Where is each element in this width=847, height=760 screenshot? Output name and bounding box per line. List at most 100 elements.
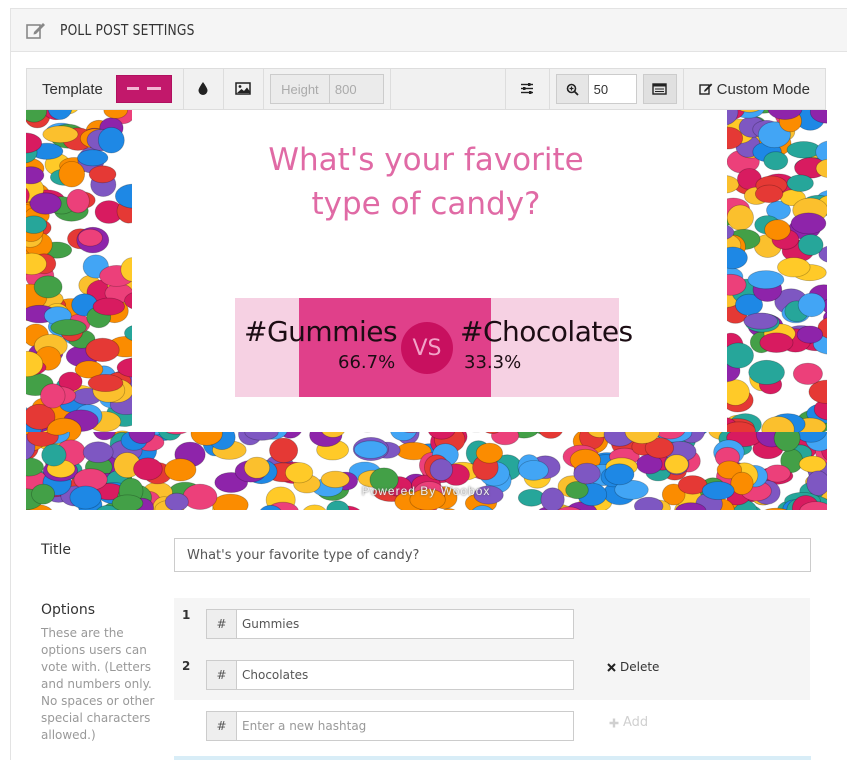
candy-piece	[353, 440, 388, 459]
options-help-text: These are the options users can vote wit…	[41, 626, 155, 742]
candy-piece	[303, 504, 327, 510]
vs-badge: VS	[401, 322, 453, 374]
option-input-2[interactable]: # Chocolates	[206, 660, 574, 690]
candy-piece	[806, 470, 827, 496]
hash-addon: #	[207, 610, 237, 638]
custom-mode-button[interactable]: Custom Mode	[684, 69, 825, 109]
candy-piece	[212, 493, 249, 510]
option-b-label: #Chocolates	[460, 315, 633, 348]
option-number: 2	[182, 659, 191, 673]
candy-piece	[540, 487, 565, 510]
candy-piece	[792, 362, 823, 385]
candy-piece	[518, 460, 549, 481]
hash-addon: #	[207, 712, 237, 740]
zoom-input[interactable]: 50	[588, 75, 636, 103]
candy-pattern	[26, 432, 827, 510]
candy-piece	[26, 215, 48, 234]
info-strip	[174, 756, 811, 760]
zoom-in-icon	[556, 75, 589, 103]
edit-icon	[25, 20, 47, 40]
new-option-input[interactable]: # Enter a new hashtag	[206, 711, 574, 741]
droplet-icon	[197, 80, 209, 99]
preview-toolbar: Template Height 800 50 Custom Mode	[26, 68, 826, 110]
candy-piece	[797, 292, 826, 318]
candy-piece	[31, 483, 56, 505]
candy-piece	[97, 127, 125, 154]
candy-piece	[798, 455, 827, 473]
title-input[interactable]: What's your favorite type of candy?	[174, 538, 811, 572]
color-button[interactable]	[184, 69, 224, 109]
layout-toggle-button[interactable]	[642, 74, 677, 104]
candy-piece	[790, 212, 827, 235]
option-a-percent: 66.7%	[338, 352, 396, 373]
candy-piece	[111, 494, 144, 510]
option-b-percent: 33.3%	[464, 352, 522, 373]
candy-piece	[727, 204, 754, 231]
candy-piece	[634, 496, 664, 510]
candy-piece	[786, 141, 821, 159]
close-icon	[607, 662, 616, 672]
candy-piece	[664, 454, 689, 475]
panel-title: POLL POST SETTINGS	[60, 21, 195, 39]
title-label: Title	[41, 542, 72, 558]
candy-piece	[727, 342, 754, 369]
candy-piece	[475, 442, 503, 464]
template-picker[interactable]: Template	[27, 69, 184, 109]
candy-border-bottom	[26, 432, 827, 510]
sliders-icon	[520, 80, 534, 99]
candy-piece	[40, 383, 66, 409]
candy-piece	[66, 188, 90, 214]
delete-option-button[interactable]: Delete	[607, 660, 659, 674]
candy-piece	[92, 297, 126, 316]
candy-piece	[164, 458, 197, 482]
candy-piece	[284, 462, 314, 484]
background-image-button[interactable]	[224, 69, 264, 109]
new-option-placeholder[interactable]: Enter a new hashtag	[237, 712, 573, 740]
candy-piece	[87, 373, 124, 392]
candy-piece	[29, 192, 62, 215]
candy-piece	[764, 464, 791, 483]
option-input-1[interactable]: # Gummies	[206, 609, 574, 639]
add-option-button[interactable]: Add	[609, 715, 648, 730]
hash-addon: #	[207, 661, 237, 689]
candy-piece	[77, 228, 103, 247]
option-value[interactable]: Gummies	[237, 610, 573, 638]
candy-piece	[326, 500, 350, 510]
candy-piece	[42, 125, 79, 144]
candy-piece	[604, 463, 635, 486]
candy-piece	[50, 319, 87, 336]
candy-piece	[701, 481, 735, 500]
candy-piece	[41, 443, 67, 467]
layout-settings-button[interactable]	[506, 69, 550, 109]
candy-piece	[269, 437, 299, 464]
zoom-control: 50	[550, 69, 684, 109]
candy-piece	[796, 325, 824, 344]
height-control: Height 800	[264, 69, 391, 109]
candy-piece	[182, 483, 218, 510]
poll-question-line2: type of candy?	[311, 186, 541, 222]
candy-piece	[754, 184, 784, 204]
candy-piece	[33, 275, 63, 299]
delete-label: Delete	[620, 660, 660, 674]
template-thumbnail[interactable]	[115, 75, 172, 103]
option-number: 1	[182, 608, 191, 622]
list-box-icon	[652, 80, 667, 99]
candy-piece	[573, 462, 601, 485]
candy-piece	[58, 160, 86, 188]
candy-piece	[88, 165, 117, 184]
candy-piece	[243, 456, 271, 479]
candy-piece	[77, 149, 109, 167]
powered-by: Powered By Woobox	[361, 484, 491, 498]
candy-piece	[429, 458, 454, 482]
candy-piece	[133, 457, 163, 481]
candy-piece	[764, 219, 791, 241]
candy-piece	[797, 234, 824, 256]
candy-piece	[747, 270, 785, 290]
candy-piece	[748, 359, 785, 385]
candy-piece	[538, 432, 563, 439]
option-value[interactable]: Chocolates	[237, 661, 573, 689]
plus-icon	[609, 718, 619, 728]
height-input[interactable]: 800	[330, 75, 383, 103]
poll-settings-page: POLL POST SETTINGS Template Height 800 5…	[0, 0, 847, 760]
poll-preview: What's your favorite type of candy? #Gum…	[26, 110, 827, 510]
